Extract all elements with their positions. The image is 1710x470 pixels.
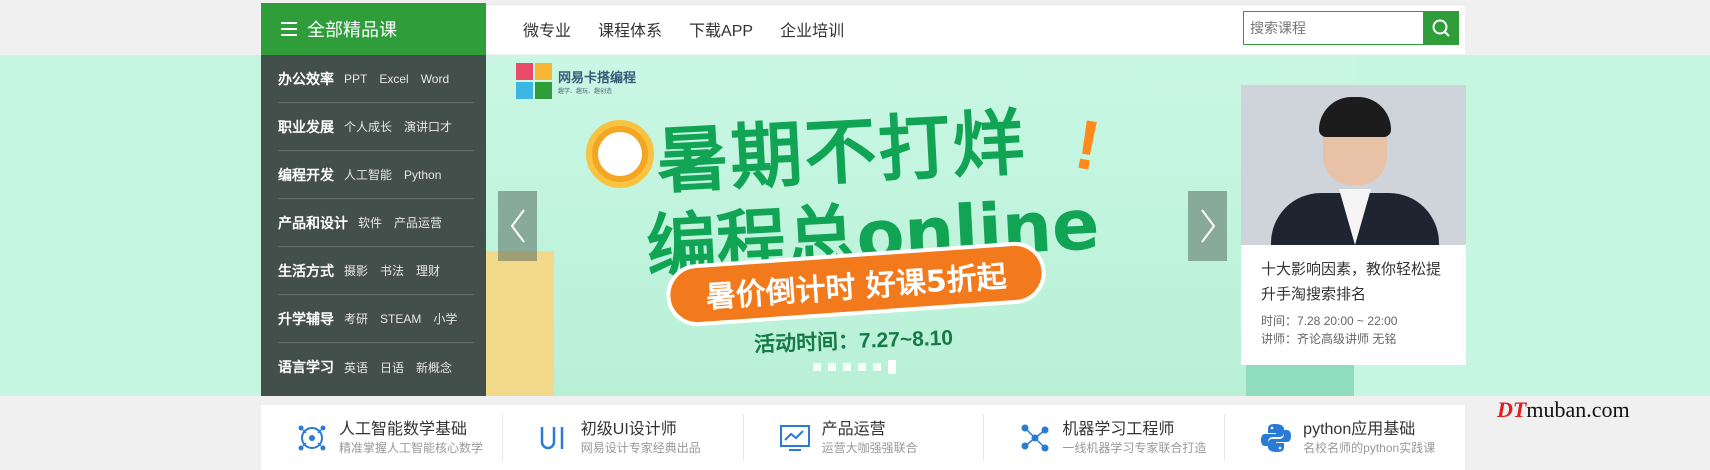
category-link[interactable]: Excel <box>379 72 408 86</box>
category-link[interactable]: 考研 <box>344 310 368 327</box>
banner-logo-title: 网易卡搭编程 <box>558 70 637 85</box>
network-icon <box>1021 424 1049 451</box>
category-title[interactable]: 办公效率 <box>278 69 334 89</box>
category-link[interactable]: PPT <box>344 72 367 86</box>
course-item-ml-engineer[interactable]: 机器学习工程师 一线机器学习专家联合打造 <box>983 414 1224 461</box>
banner-logo-subtitle: 趣学、趣玩、趣创造 <box>558 89 613 95</box>
course-item-product-ops[interactable]: 产品运营 运营大咖强强联合 <box>742 414 984 461</box>
category-office[interactable]: 办公效率 PPT Excel Word <box>278 55 474 103</box>
python-icon <box>1261 423 1292 452</box>
banner-building-illustration <box>486 251 554 396</box>
category-link[interactable]: 软件 <box>358 214 382 231</box>
nav-download-app[interactable]: 下载APP <box>689 17 753 41</box>
carousel-dot[interactable] <box>843 363 851 371</box>
search-box <box>1243 11 1459 45</box>
category-programming[interactable]: 编程开发 人工智能 Python <box>278 151 474 199</box>
nav-course-system[interactable]: 课程体系 <box>598 17 662 41</box>
category-link[interactable]: Python <box>404 168 441 182</box>
course-title[interactable]: python应用基础 <box>1303 420 1435 440</box>
carousel-prev-button[interactable] <box>498 191 537 261</box>
course-title[interactable]: 初级UI设计师 <box>581 420 701 440</box>
lecturer-photo <box>1241 85 1466 245</box>
category-link[interactable]: 产品运营 <box>394 214 442 231</box>
banner-logo: 网易卡搭编程 趣学、趣玩、趣创造 <box>516 63 636 99</box>
all-courses-button[interactable]: 全部精品课 <box>261 3 486 55</box>
ai-brain-icon <box>298 425 326 450</box>
category-title[interactable]: 语言学习 <box>278 357 334 377</box>
category-sidebar: 办公效率 PPT Excel Word 职业发展 个人成长 演讲口才 编程开发 … <box>261 55 486 396</box>
monitor-chart-icon <box>779 424 810 451</box>
category-link[interactable]: 日语 <box>380 359 404 376</box>
category-link[interactable]: 书法 <box>380 262 404 279</box>
live-course-time: 时间：7.28 20:00 ~ 22:00 <box>1261 314 1398 328</box>
category-title[interactable]: 编程开发 <box>278 165 334 185</box>
category-link[interactable]: STEAM <box>380 312 421 326</box>
category-link[interactable]: 英语 <box>344 359 368 376</box>
category-title[interactable]: 升学辅导 <box>278 309 334 329</box>
category-link[interactable]: 小学 <box>433 310 457 327</box>
carousel-next-button[interactable] <box>1188 191 1227 261</box>
course-item-ui-designer[interactable]: 初级UI设计师 网易设计专家经典出品 <box>501 414 743 461</box>
live-course-lecturer: 讲师：齐论高级讲师 无铭 <box>1261 332 1397 346</box>
course-desc: 精准掌握人工智能核心数学 <box>339 440 484 455</box>
main-nav: 微专业 课程体系 下载APP 企业培训 <box>523 4 871 54</box>
category-tutoring[interactable]: 升学辅导 考研 STEAM 小学 <box>278 295 474 343</box>
category-product-design[interactable]: 产品和设计 软件 产品运营 <box>278 199 474 247</box>
course-desc: 运营大咖强强联合 <box>821 440 918 455</box>
banner-activity-time: 活动时间：7.27~8.10 <box>753 326 954 357</box>
nav-micro-major[interactable]: 微专业 <box>523 17 571 41</box>
category-link[interactable]: Word <box>421 72 449 86</box>
watermark-domain: muban.com <box>1526 397 1630 422</box>
course-title[interactable]: 机器学习工程师 <box>1062 420 1206 440</box>
live-course-card[interactable]: 十大影响因素，教你轻松提升手淘搜索排名 时间：7.28 20:00 ~ 22:0… <box>1241 85 1466 365</box>
course-desc: 网易设计专家经典出品 <box>580 440 701 455</box>
all-courses-label: 全部精品课 <box>307 20 397 40</box>
course-desc: 名校名师的python实践课 <box>1303 440 1436 455</box>
nav-enterprise-training[interactable]: 企业培训 <box>780 17 844 41</box>
watermark-logo: DTmuban.com <box>1497 397 1630 423</box>
category-link[interactable]: 摄影 <box>344 262 368 279</box>
category-title[interactable]: 生活方式 <box>278 261 334 281</box>
featured-courses-row: 人工智能数学基础 精准掌握人工智能核心数学 初级UI设计师 网易设计专家经典出品 <box>261 405 1465 470</box>
category-title[interactable]: 职业发展 <box>278 117 334 137</box>
category-title[interactable]: 产品和设计 <box>278 213 348 233</box>
search-icon <box>1432 19 1450 37</box>
category-link[interactable]: 个人成长 <box>344 118 392 135</box>
course-title[interactable]: 人工智能数学基础 <box>339 420 483 440</box>
category-link[interactable]: 演讲口才 <box>404 118 452 135</box>
kada-logo-icon <box>516 63 552 99</box>
course-title[interactable]: 产品运营 <box>822 420 918 440</box>
category-link[interactable]: 人工智能 <box>344 166 392 183</box>
category-link[interactable]: 理财 <box>416 262 440 279</box>
carousel-dot[interactable] <box>858 363 866 371</box>
chevron-left-icon <box>510 209 525 243</box>
carousel-dot[interactable] <box>888 360 896 374</box>
course-desc: 一线机器学习专家联合打造 <box>1062 440 1207 455</box>
alarm-clock-icon <box>586 120 654 188</box>
carousel-dot[interactable] <box>873 363 881 371</box>
watermark-dt: DT <box>1497 397 1527 422</box>
category-link[interactable]: 新概念 <box>416 359 452 376</box>
menu-icon <box>281 22 297 36</box>
category-language[interactable]: 语言学习 英语 日语 新概念 <box>278 343 474 391</box>
search-button[interactable] <box>1423 11 1459 45</box>
course-item-python[interactable]: python应用基础 名校名师的python实践课 <box>1224 414 1465 461</box>
category-lifestyle[interactable]: 生活方式 摄影 书法 理财 <box>278 247 474 295</box>
chevron-right-icon <box>1200 209 1215 243</box>
category-career[interactable]: 职业发展 个人成长 演讲口才 <box>278 103 474 151</box>
carousel-dot[interactable] <box>828 363 836 371</box>
live-course-title[interactable]: 十大影响因素，教你轻松提升手淘搜索排名 <box>1241 245 1466 307</box>
page: 全部精品课 微专业 课程体系 下载APP 企业培训 网易卡搭编程 <box>0 0 1710 470</box>
carousel-dots <box>813 360 896 374</box>
ui-icon <box>540 426 564 449</box>
carousel-dot[interactable] <box>813 363 821 371</box>
course-item-ai-math[interactable]: 人工智能数学基础 精准掌握人工智能核心数学 <box>261 414 502 461</box>
search-input[interactable] <box>1244 12 1424 44</box>
